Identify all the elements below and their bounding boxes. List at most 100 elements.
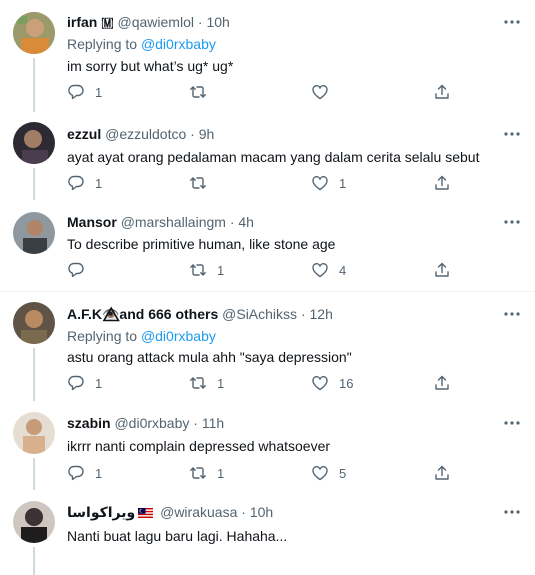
share-button[interactable] bbox=[433, 83, 451, 101]
share-icon bbox=[435, 465, 449, 480]
replying-to-link[interactable]: @di0rxbaby bbox=[141, 36, 216, 52]
user-handle[interactable]: @wirakuasa bbox=[160, 504, 237, 520]
reply-button[interactable]: 1 bbox=[67, 174, 102, 192]
tweet-header: irfan 🇲 @qawiemlol · 10h bbox=[67, 13, 230, 31]
reply-button[interactable] bbox=[67, 261, 95, 279]
timestamp[interactable]: 10h bbox=[206, 14, 229, 30]
tweet-mansor[interactable]: Mansor @marshallaingm · 4h To describe p… bbox=[0, 200, 535, 291]
replying-to-link[interactable]: @di0rxbaby bbox=[141, 328, 216, 344]
retweet-button[interactable]: 1 bbox=[189, 374, 224, 392]
thread-line bbox=[33, 547, 35, 575]
avatar-image bbox=[13, 412, 55, 454]
retweet-count: 1 bbox=[217, 375, 225, 391]
like-button[interactable]: 4 bbox=[311, 261, 346, 279]
more-icon[interactable] bbox=[503, 414, 521, 432]
separator: · bbox=[241, 504, 246, 520]
avatar[interactable] bbox=[13, 12, 55, 54]
display-name[interactable]: irfan 🇲 bbox=[67, 14, 114, 30]
display-name[interactable]: A.F.K👁️⃤and 666 others bbox=[67, 306, 218, 322]
heart-icon bbox=[312, 466, 328, 481]
share-icon bbox=[435, 175, 449, 190]
display-name[interactable]: Mansor bbox=[67, 214, 117, 230]
avatar[interactable] bbox=[13, 302, 55, 344]
more-icon[interactable] bbox=[503, 13, 521, 31]
reply-button[interactable]: 1 bbox=[67, 374, 102, 392]
avatar[interactable] bbox=[13, 212, 55, 254]
user-handle[interactable]: @marshallaingm bbox=[121, 214, 226, 230]
user-handle[interactable]: @qawiemlol bbox=[118, 14, 194, 30]
like-count: 5 bbox=[339, 465, 347, 481]
avatar[interactable] bbox=[13, 412, 55, 454]
tweet-text: ayat ayat orang pedalaman macam yang dal… bbox=[67, 149, 480, 165]
heart-icon bbox=[312, 376, 328, 391]
display-name[interactable]: ezzul bbox=[67, 126, 101, 142]
tweet-ezzul[interactable]: ezzul @ezzuldotco · 9h ayat ayat orang p… bbox=[0, 112, 535, 200]
reply-count: 1 bbox=[95, 465, 103, 481]
more-icon[interactable] bbox=[503, 213, 521, 231]
more-icon[interactable] bbox=[503, 125, 521, 143]
reply-icon bbox=[68, 465, 84, 481]
tweet-wirakuasa[interactable]: ويراكواسا @wirakuasa · 10h Nanti buat la… bbox=[0, 490, 535, 575]
like-button[interactable] bbox=[311, 83, 339, 101]
tweet-actions: 1 1 5 bbox=[67, 464, 487, 482]
replying-to-label: Replying to bbox=[67, 328, 141, 344]
replying-to: Replying to @di0rxbaby bbox=[67, 327, 216, 345]
avatar[interactable] bbox=[13, 501, 55, 543]
timestamp[interactable]: 11h bbox=[202, 415, 224, 431]
tweet-header: Mansor @marshallaingm · 4h bbox=[67, 213, 254, 231]
like-button[interactable]: 5 bbox=[311, 464, 346, 482]
share-icon bbox=[435, 262, 449, 277]
share-button[interactable] bbox=[433, 464, 451, 482]
avatar[interactable] bbox=[13, 122, 55, 164]
tweet-header: ezzul @ezzuldotco · 9h bbox=[67, 125, 214, 143]
retweet-icon bbox=[190, 177, 206, 189]
reply-button[interactable]: 1 bbox=[67, 464, 102, 482]
separator: · bbox=[193, 415, 198, 431]
timestamp[interactable]: 9h bbox=[199, 126, 215, 142]
heart-icon bbox=[312, 85, 328, 100]
like-button[interactable]: 16 bbox=[311, 374, 353, 392]
like-button[interactable]: 1 bbox=[311, 174, 346, 192]
avatar-image bbox=[13, 302, 55, 344]
share-button[interactable] bbox=[433, 174, 451, 192]
separator: · bbox=[190, 126, 195, 142]
like-count: 1 bbox=[339, 175, 347, 191]
retweet-icon bbox=[190, 86, 206, 98]
retweet-button[interactable]: 1 bbox=[189, 261, 224, 279]
timestamp[interactable]: 10h bbox=[250, 504, 273, 520]
more-icon[interactable] bbox=[503, 305, 521, 323]
retweet-icon bbox=[190, 467, 206, 479]
more-icon[interactable] bbox=[503, 503, 521, 521]
retweet-button[interactable] bbox=[189, 174, 217, 192]
tweet-text: im sorry but what’s ug* ug* bbox=[67, 58, 234, 74]
retweet-button[interactable] bbox=[189, 83, 217, 101]
tweet-actions: 1 4 bbox=[67, 261, 487, 279]
separator: · bbox=[300, 306, 306, 322]
like-count: 4 bbox=[339, 262, 347, 278]
retweet-button[interactable]: 1 bbox=[189, 464, 224, 482]
user-handle[interactable]: @di0rxbaby bbox=[114, 415, 189, 431]
reply-button[interactable]: 1 bbox=[67, 83, 102, 101]
heart-icon bbox=[312, 176, 328, 191]
reply-icon bbox=[68, 262, 84, 278]
user-handle[interactable]: @ezzuldotco bbox=[105, 126, 186, 142]
avatar-image bbox=[13, 122, 55, 164]
reply-icon bbox=[68, 175, 84, 191]
timestamp[interactable]: 4h bbox=[238, 214, 254, 230]
retweet-icon bbox=[190, 264, 206, 276]
tweet-header: ويراكواسا @wirakuasa · 10h bbox=[67, 503, 273, 521]
tweet-irfan[interactable]: irfan 🇲 @qawiemlol · 10h Replying to @di… bbox=[0, 0, 535, 112]
share-icon bbox=[435, 84, 449, 99]
reply-icon bbox=[68, 375, 84, 391]
display-name[interactable]: ويراكواسا bbox=[67, 504, 135, 520]
tweet-szabin[interactable]: szabin @di0rxbaby · 11h ikrrr nanti comp… bbox=[0, 401, 535, 490]
user-handle[interactable]: @SiAchikss bbox=[222, 306, 297, 322]
tweet-afk[interactable]: A.F.K👁️⃤and 666 others @SiAchikss · 12h … bbox=[0, 292, 535, 401]
share-button[interactable] bbox=[433, 374, 451, 392]
reply-icon bbox=[68, 84, 84, 100]
display-name[interactable]: szabin bbox=[67, 415, 111, 431]
reply-count: 1 bbox=[95, 175, 103, 191]
share-button[interactable] bbox=[433, 261, 451, 279]
timestamp[interactable]: 12h bbox=[310, 306, 333, 322]
retweet-count: 1 bbox=[217, 262, 225, 278]
